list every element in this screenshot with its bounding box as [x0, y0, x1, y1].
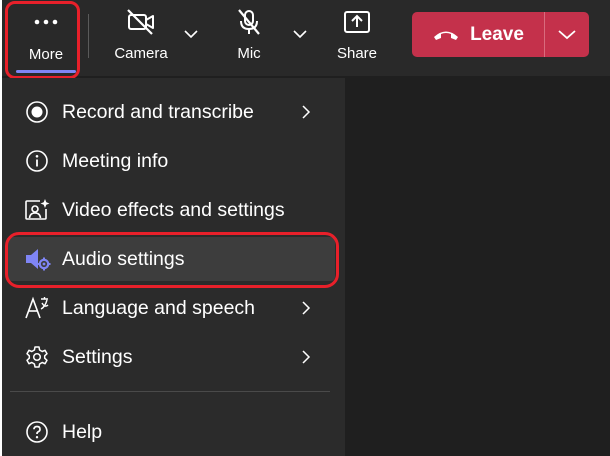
menu-item-label: Video effects and settings — [62, 198, 285, 221]
leave-button[interactable]: Leave — [412, 12, 544, 57]
chevron-right-icon — [301, 102, 315, 122]
camera-button[interactable]: Camera — [106, 0, 176, 76]
camera-label: Camera — [114, 45, 168, 62]
leave-options-chevron[interactable] — [545, 12, 589, 57]
info-icon — [22, 146, 52, 176]
menu-item-label: Help — [62, 420, 103, 443]
mic-label: Mic — [237, 45, 261, 62]
menu-item-settings[interactable]: Settings — [8, 335, 335, 379]
leave-button-group: Leave — [412, 12, 589, 57]
camera-off-icon — [125, 8, 157, 36]
mic-off-icon — [235, 8, 263, 36]
camera-options-chevron[interactable] — [181, 24, 201, 44]
meeting-toolbar: More Camera Mic Share Leave — [2, 0, 610, 79]
menu-item-label: Meeting info — [62, 149, 169, 172]
menu-item-record[interactable]: Record and transcribe — [8, 90, 335, 134]
share-button[interactable]: Share — [322, 0, 392, 76]
video-effects-icon — [22, 195, 52, 225]
menu-item-meeting-info[interactable]: Meeting info — [8, 139, 335, 183]
menu-item-label: Language and speech — [62, 296, 256, 319]
record-icon — [22, 97, 52, 127]
hang-up-icon — [432, 28, 460, 42]
menu-item-help[interactable]: Help — [8, 410, 335, 454]
menu-item-video-effects[interactable]: Video effects and settings — [8, 188, 335, 232]
share-icon — [343, 8, 371, 36]
gear-icon — [22, 342, 52, 372]
menu-item-language[interactable]: Language and speech — [8, 286, 335, 330]
menu-divider — [10, 391, 330, 392]
leave-label: Leave — [470, 23, 524, 45]
chevron-right-icon — [301, 347, 315, 367]
chevron-right-icon — [301, 298, 315, 318]
mic-options-chevron[interactable] — [290, 24, 310, 44]
help-icon — [22, 417, 52, 447]
language-icon — [22, 293, 52, 323]
toolbar-divider — [88, 14, 89, 58]
more-menu: Record and transcribe Meeting info Video… — [2, 78, 345, 456]
mic-button[interactable]: Mic — [214, 0, 284, 76]
more-annotation-highlight — [5, 1, 80, 79]
audio-settings-annotation-highlight — [5, 232, 339, 288]
menu-item-label: Record and transcribe — [62, 100, 254, 123]
menu-item-label: Settings — [62, 345, 133, 368]
meeting-window: More Camera Mic Share Leave Record and t… — [2, 0, 610, 456]
share-label: Share — [336, 45, 378, 62]
